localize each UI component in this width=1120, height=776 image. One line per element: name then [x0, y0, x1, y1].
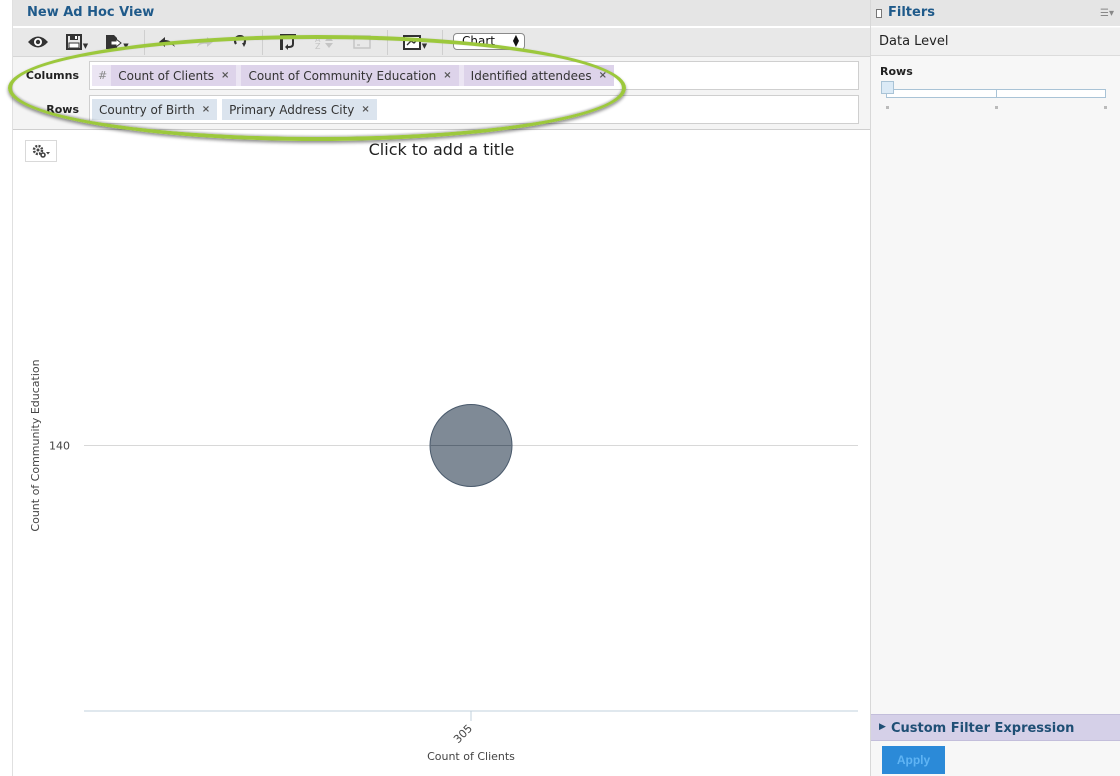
- left-edge: [0, 0, 13, 776]
- column-pill-label: Identified attendees: [470, 68, 592, 83]
- reset-button[interactable]: [229, 31, 251, 53]
- expand-triangle-icon: ▶: [879, 722, 886, 732]
- sort-icon: A Z: [315, 35, 333, 50]
- column-pill[interactable]: Count of Community Education ×: [241, 65, 459, 86]
- undo-icon: [159, 37, 175, 47]
- slider-tick: [996, 89, 997, 98]
- select-arrows-icon: ▲ ▼: [512, 33, 519, 48]
- chevron-down-icon: ▼: [82, 42, 89, 50]
- data-level-header: Data Level: [871, 28, 1120, 56]
- panel-toggle-icon[interactable]: [876, 9, 882, 18]
- custom-filter-expression-label: Custom Filter Expression: [891, 721, 1075, 736]
- export-icon: [106, 35, 123, 49]
- preview-button[interactable]: [25, 31, 51, 53]
- y-tick-label: 140: [49, 440, 70, 453]
- slider-step-dot: [886, 106, 889, 109]
- remove-icon[interactable]: ×: [443, 70, 451, 81]
- toolbar-separator: [262, 30, 263, 55]
- sort-button[interactable]: A Z: [313, 31, 337, 53]
- save-button[interactable]: ▼: [62, 31, 92, 53]
- pivot-button[interactable]: [277, 31, 299, 53]
- toolbar-separator: [387, 30, 388, 55]
- measures-group: # Count of Clients × Count of Community …: [92, 65, 615, 86]
- ad-hoc-view-designer: New Ad Hoc View ▼ ▼ A Z ▼ Chart ▲ ▼ Colu…: [0, 0, 1120, 776]
- undo-button[interactable]: [156, 31, 178, 53]
- redo-icon: [197, 37, 213, 47]
- remove-icon[interactable]: ×: [202, 104, 210, 115]
- column-pill-label: Count of Clients: [118, 68, 215, 83]
- export-button[interactable]: ▼: [102, 31, 132, 53]
- toolbar-separator: [442, 30, 443, 55]
- bubble-chart: 140 305 Count of Clients Count of Community…: [29, 359, 858, 763]
- column-pill-label: Count of Community Education: [248, 68, 437, 83]
- view-title: New Ad Hoc View: [27, 5, 155, 20]
- columns-fields: # Count of Clients × Count of Community …: [92, 65, 615, 86]
- custom-filter-expression-toggle[interactable]: ▶ Custom Filter Expression: [871, 714, 1120, 741]
- chevron-down-icon: ▼: [421, 42, 428, 50]
- x-tick-label: 305: [451, 722, 475, 746]
- slider-tick: [1105, 89, 1106, 98]
- column-pill[interactable]: Count of Clients ×: [111, 65, 237, 86]
- chevron-down-icon: ▼: [123, 42, 129, 50]
- redo-button[interactable]: [194, 31, 216, 53]
- filters-panel: Filters ☰▾ Data Level Rows ▶ Custom Filt…: [870, 0, 1120, 776]
- options-icon: [353, 35, 371, 49]
- chart-format-button[interactable]: ▼: [400, 31, 430, 53]
- remove-icon[interactable]: ×: [361, 104, 369, 115]
- columns-label: Columns: [25, 69, 79, 82]
- data-level-rows-label: Rows: [880, 65, 913, 78]
- x-axis-title: Count of Clients: [427, 750, 515, 763]
- view-type-value: Chart: [462, 34, 495, 48]
- save-icon: [65, 34, 82, 50]
- chart-format-icon: [402, 34, 421, 50]
- apply-button[interactable]: Apply: [882, 746, 945, 774]
- pivot-icon: [280, 34, 296, 50]
- toolbar: ▼ ▼ A Z ▼ Chart ▲ ▼: [13, 28, 870, 57]
- main-panel: New Ad Hoc View ▼ ▼ A Z ▼ Chart ▲ ▼ Colu…: [13, 0, 870, 776]
- slider-step-dot: [995, 106, 998, 109]
- column-pill[interactable]: Identified attendees ×: [463, 65, 615, 86]
- toolbar-separator: [144, 30, 145, 55]
- row-pill[interactable]: Primary Address City ×: [222, 99, 377, 120]
- row-pill-label: Country of Birth: [99, 102, 195, 117]
- rows-label: Rows: [46, 103, 79, 116]
- options-button[interactable]: [350, 31, 374, 53]
- filters-menu-icon[interactable]: ☰▾: [1100, 8, 1114, 19]
- svg-text:Z: Z: [315, 42, 321, 50]
- filters-title: Filters: [888, 5, 935, 20]
- columns-drop-zone[interactable]: # Count of Clients × Count of Community …: [89, 61, 859, 90]
- slider-step-dot: [1104, 106, 1107, 109]
- row-pill[interactable]: Country of Birth ×: [92, 99, 218, 120]
- row-pill-label: Primary Address City: [229, 102, 355, 117]
- eye-icon: [28, 36, 48, 48]
- remove-icon[interactable]: ×: [221, 70, 229, 81]
- view-title-bar: New Ad Hoc View: [13, 0, 870, 27]
- chart-title-placeholder[interactable]: Click to add a title: [13, 140, 870, 159]
- rows-drop-zone[interactable]: Country of Birth × Primary Address City …: [89, 95, 859, 124]
- filters-header: Filters ☰▾: [871, 0, 1120, 27]
- view-type-select[interactable]: Chart ▲ ▼: [453, 33, 525, 50]
- y-axis-title: Count of Community Education: [29, 359, 42, 531]
- reset-icon: [233, 35, 247, 47]
- rows-fields: Country of Birth × Primary Address City …: [92, 99, 382, 120]
- remove-icon[interactable]: ×: [599, 70, 607, 81]
- data-level-slider-handle[interactable]: [881, 81, 894, 94]
- layout-band: Columns # Count of Clients × Count of Co…: [13, 57, 870, 130]
- measures-icon: #: [92, 65, 112, 86]
